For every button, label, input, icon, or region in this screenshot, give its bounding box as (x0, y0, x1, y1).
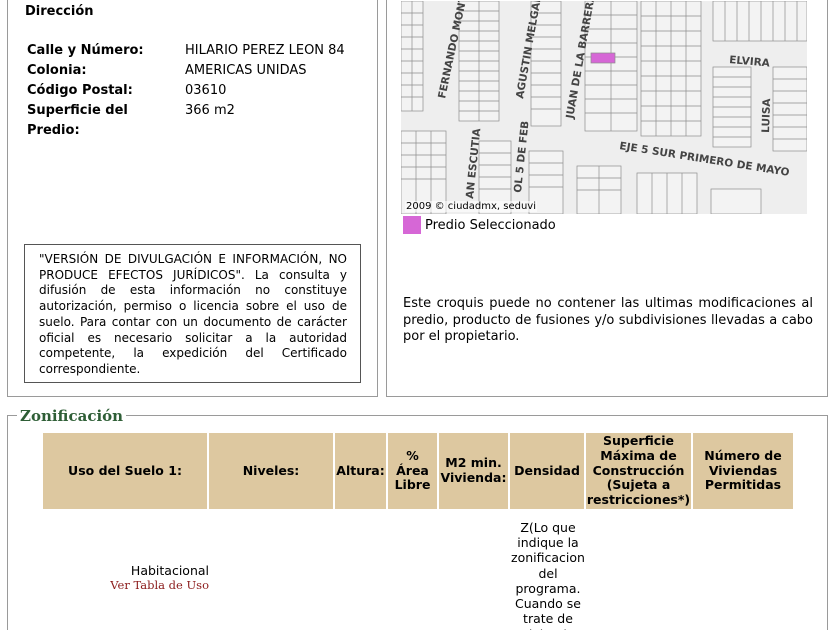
legal-disclaimer: "VERSIÓN DE DIVULGACIÓN E INFORMACIÓN, N… (24, 244, 361, 383)
postal-code-value: 03610 (185, 83, 227, 98)
zoning-title: Zonificación (17, 407, 127, 425)
header-min-m2: M2 min. Vivienda: (439, 433, 510, 509)
cell-free-area: 20 (388, 514, 439, 630)
view-use-table-link[interactable]: Ver Tabla de Uso (110, 578, 209, 593)
header-free-area: % Área Libre (388, 433, 439, 509)
lot-area-label: Superficie del Predio: (27, 103, 128, 138)
street-value: HILARIO PEREZ LEON 84 (185, 43, 345, 58)
header-density: Densidad (510, 433, 586, 509)
address-title: Dirección (25, 4, 94, 19)
zoning-section: Zonificación Uso del Suelo 1: Niveles: A… (7, 407, 828, 630)
address-row-postal: Código Postal: 03610 (27, 81, 345, 101)
address-panel: Dirección Calle y Número: HILARIO PEREZ … (7, 0, 378, 397)
legend-swatch (403, 216, 421, 234)
sketch-note: Este croquis puede no contener las ultim… (403, 296, 813, 344)
colonia-value: AMERICAS UNIDAS (185, 63, 307, 78)
zoning-table-header: Uso del Suelo 1: Niveles: Altura: % Área… (43, 433, 793, 509)
legend-label: Predio Seleccionado (425, 217, 556, 233)
land-use-value: Habitacional (130, 562, 209, 578)
address-row-street: Calle y Número: HILARIO PEREZ LEON 84 (27, 41, 345, 61)
address-row-area: Superficie del Predio: 366 m2 (27, 101, 345, 138)
location-map[interactable]: FERNANDO MONTES AGUSTIN MELGAR JUAN DE L… (401, 1, 807, 214)
cell-land-use: Habitacional Ver Tabla de Uso (43, 514, 209, 630)
street-label: Calle y Número: (27, 43, 144, 58)
address-row-colonia: Colonia: AMERICAS UNIDAS (27, 61, 345, 81)
header-dwellings: Número de Viviendas Permitidas (693, 433, 793, 509)
header-height: Altura: (335, 433, 388, 509)
cell-levels: 3 (209, 514, 335, 630)
selected-lot (590, 52, 616, 64)
cell-max-construction: 880 (586, 514, 693, 630)
map-credit: 2009 © ciudadmx, seduvi (405, 201, 538, 212)
header-land-use: Uso del Suelo 1: (43, 433, 209, 509)
map-legend: Predio Seleccionado (403, 216, 556, 234)
cell-height: -*- (335, 514, 388, 630)
header-max-construction: Superficie Máxima de Construcción (Sujet… (586, 433, 693, 509)
table-row: Habitacional Ver Tabla de Uso 3 -*- 20 6… (43, 514, 793, 630)
colonia-label: Colonia: (27, 63, 87, 78)
cell-density: Z(Lo que indique la zonificacion del pro… (511, 519, 585, 630)
postal-code-label: Código Postal: (27, 83, 133, 98)
street-label-luisa: LUISA (760, 97, 773, 133)
cell-dwellings: 0 (693, 514, 793, 630)
address-table: Calle y Número: HILARIO PEREZ LEON 84 Co… (27, 41, 345, 138)
lot-area-value: 366 m2 (185, 103, 235, 118)
sketch-panel: FERNANDO MONTES AGUSTIN MELGAR JUAN DE L… (386, 0, 828, 397)
map-graphic: FERNANDO MONTES AGUSTIN MELGAR JUAN DE L… (401, 1, 807, 214)
cell-min-m2: 60 (439, 514, 510, 630)
header-levels: Niveles: (209, 433, 335, 509)
